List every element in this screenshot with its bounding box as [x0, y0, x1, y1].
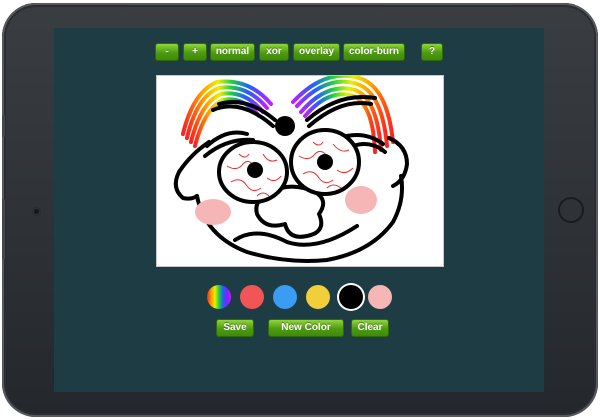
right-eye [289, 128, 361, 196]
swatch-pink[interactable] [368, 285, 392, 309]
side-button [2, 199, 5, 259]
swatch-rainbow[interactable] [207, 285, 231, 309]
right-cheek [345, 186, 377, 214]
blend-xor-button[interactable]: xor [259, 43, 289, 61]
swatch-black[interactable] [339, 285, 363, 309]
left-cheek [195, 199, 231, 225]
save-button[interactable]: Save [216, 319, 254, 337]
zoom-in-button[interactable]: + [183, 43, 207, 61]
forehead-dot [275, 116, 295, 136]
help-button[interactable]: ? [421, 43, 443, 61]
blend-overlay-button[interactable]: overlay [293, 43, 340, 61]
home-button[interactable] [558, 197, 584, 223]
blend-normal-button[interactable]: normal [210, 43, 255, 61]
left-eye [217, 140, 289, 204]
zoom-out-button[interactable]: - [155, 43, 179, 61]
side-button [2, 115, 5, 137]
camera-icon [32, 207, 41, 216]
blend-color-burn-button[interactable]: color-burn [343, 43, 405, 61]
swatch-yellow[interactable] [306, 285, 330, 309]
clear-button[interactable]: Clear [351, 319, 389, 337]
drawing-canvas[interactable] [156, 75, 444, 267]
face-drawing [173, 76, 409, 263]
swatch-red[interactable] [240, 285, 264, 309]
swatch-blue[interactable] [273, 285, 297, 309]
new-color-button[interactable]: New Color [268, 319, 344, 337]
